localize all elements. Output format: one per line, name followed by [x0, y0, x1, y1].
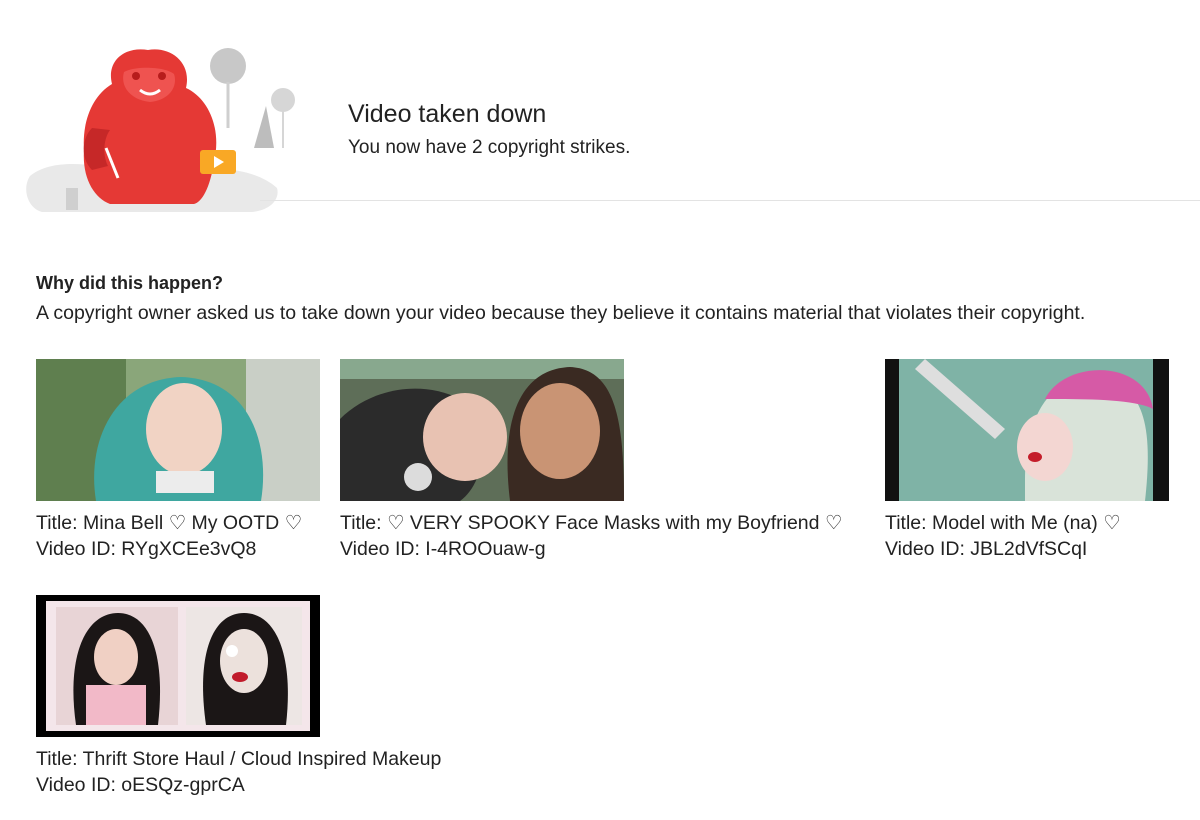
- video-title: Title: Thrift Store Haul / Cloud Inspire…: [36, 748, 442, 770]
- video-thumbnail[interactable]: [340, 359, 624, 501]
- why-heading: Why did this happen?: [36, 273, 223, 293]
- takedown-title: Video taken down: [348, 100, 547, 128]
- video-title: Title: ♡ VERY SPOOKY Face Masks with my …: [340, 512, 843, 534]
- copyright-monster-illustration: [26, 48, 295, 212]
- video-id: Video ID: I-4ROOuaw-g: [340, 538, 546, 560]
- video-card: Title: Model with Me (na) ♡ Video ID: JB…: [885, 359, 1169, 563]
- video-title: Title: Model with Me (na) ♡: [885, 512, 1121, 534]
- video-card: Title: Mina Bell ♡ My OOTD ♡ Video ID: R…: [36, 359, 320, 563]
- video-id: Video ID: RYgXCEe3vQ8: [36, 538, 257, 560]
- takedown-page: Video taken down You now have 2 copyrigh…: [0, 0, 1200, 820]
- strike-count-text: You now have 2 copyright strikes.: [348, 137, 631, 158]
- video-thumbnail[interactable]: [885, 359, 1169, 501]
- video-card: Title: ♡ VERY SPOOKY Face Masks with my …: [340, 359, 842, 563]
- takedown-header: Video taken down You now have 2 copyrigh…: [0, 0, 1200, 215]
- header-divider: [260, 200, 1200, 201]
- video-thumbnail[interactable]: [36, 359, 320, 501]
- video-card: Title: Thrift Store Haul / Cloud Inspire…: [36, 595, 441, 799]
- video-thumbnail[interactable]: [36, 595, 320, 737]
- video-id: Video ID: oESQz-gprCA: [36, 774, 245, 796]
- video-title: Title: Mina Bell ♡ My OOTD ♡: [36, 512, 303, 534]
- video-id: Video ID: JBL2dVfSCqI: [885, 538, 1088, 560]
- why-explanation: A copyright owner asked us to take down …: [36, 302, 1086, 324]
